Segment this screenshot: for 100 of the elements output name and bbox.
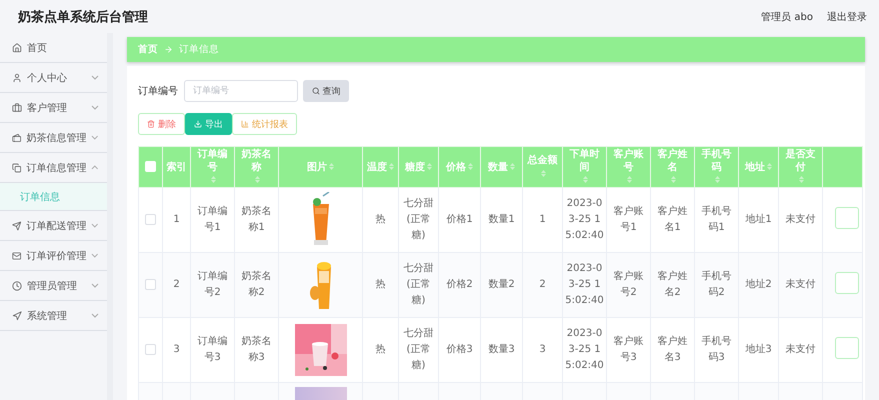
table-cell: 2023-03-25 15:02:40 xyxy=(565,263,604,306)
table-cell: 未支付 xyxy=(786,214,816,225)
table-cell: 1 xyxy=(539,214,546,225)
table-cell: 手机号码1 xyxy=(702,206,732,233)
search-button[interactable]: 查询 xyxy=(303,80,349,102)
table-cell: 数量2 xyxy=(488,279,515,290)
sort-icon[interactable] xyxy=(541,168,546,178)
sort-icon[interactable] xyxy=(671,175,676,184)
sort-icon[interactable] xyxy=(468,162,473,172)
table-cell: 未支付 xyxy=(786,344,816,355)
sort-icon[interactable] xyxy=(715,175,720,184)
table-cell: 订单编号1 xyxy=(198,206,228,233)
column-header: 图片 xyxy=(307,160,327,174)
column-header: 温度 xyxy=(367,160,387,174)
arrow-right-icon xyxy=(164,45,173,54)
menu-icon xyxy=(12,220,22,230)
table-cell: 价格3 xyxy=(446,344,473,355)
table-cell: 地址1 xyxy=(745,214,772,225)
sidebar-item[interactable]: 订单配送管理 xyxy=(0,211,107,241)
menu-icon xyxy=(12,72,22,82)
sort-icon[interactable] xyxy=(329,162,334,172)
table-cell: 奶茶名称3 xyxy=(242,336,272,363)
column-header: 数量 xyxy=(488,160,508,174)
bar-chart-icon xyxy=(241,120,249,128)
sort-icon[interactable] xyxy=(767,162,772,172)
user-name: 管理员 abo xyxy=(761,10,813,24)
sort-icon[interactable] xyxy=(583,175,588,184)
sidebar-item[interactable]: 管理员管理 xyxy=(0,271,107,301)
sidebar-item[interactable]: 系统管理 xyxy=(0,301,107,331)
row-checkbox[interactable] xyxy=(145,344,156,355)
sort-icon[interactable] xyxy=(255,175,260,184)
table-cell: 热 xyxy=(376,214,386,225)
table-cell: 客户账号1 xyxy=(614,206,644,233)
sidebar-item[interactable]: 个人中心 xyxy=(0,63,107,93)
column-header: 索引 xyxy=(166,160,186,174)
table-cell: 热 xyxy=(376,344,386,355)
table-cell: 客户姓名3 xyxy=(658,336,688,363)
table-cell: 手机号码2 xyxy=(702,271,732,298)
table-cell: 2 xyxy=(539,279,546,290)
column-header: 手机号码 xyxy=(700,148,732,174)
search-label: 订单编号 xyxy=(138,84,178,98)
table-cell: 价格1 xyxy=(446,214,473,225)
column-header: 客户姓名 xyxy=(656,148,688,174)
sort-icon[interactable] xyxy=(510,162,515,172)
sort-icon[interactable] xyxy=(627,175,632,184)
menu-icon xyxy=(12,162,22,172)
table-cell: 数量1 xyxy=(488,214,515,225)
menu-icon xyxy=(12,310,22,320)
detail-button[interactable] xyxy=(835,337,859,359)
sidebar-item[interactable]: 首页 xyxy=(0,33,107,63)
column-header: 客户账号 xyxy=(612,148,644,174)
table-cell: 地址2 xyxy=(745,279,772,290)
table-cell: 七分甜(正常糖) xyxy=(404,263,434,306)
table-cell: 客户姓名1 xyxy=(658,206,688,233)
sort-icon[interactable] xyxy=(799,175,804,184)
sort-icon[interactable] xyxy=(389,162,394,172)
column-header: 是否支付 xyxy=(784,148,816,174)
table-cell: 手机号码3 xyxy=(702,336,732,363)
table-cell: 七分甜(正常糖) xyxy=(404,328,434,371)
table-cell: 七分甜(正常糖) xyxy=(404,198,434,241)
table-cell: 2 xyxy=(173,279,180,290)
table-cell: 热 xyxy=(376,279,386,290)
column-header: 订单编号 xyxy=(196,148,228,174)
table-cell: 3 xyxy=(173,344,180,355)
table-cell: 地址3 xyxy=(745,344,772,355)
sort-icon[interactable] xyxy=(427,162,432,172)
select-all-checkbox[interactable] xyxy=(145,161,156,172)
table-cell: 3 xyxy=(539,344,546,355)
column-header: 价格 xyxy=(446,160,466,174)
app-title: 奶茶点单系统后台管理 xyxy=(18,8,148,26)
row-checkbox[interactable] xyxy=(145,214,156,225)
search-icon xyxy=(312,87,320,95)
table-cell: 价格2 xyxy=(446,279,473,290)
column-header: 地址 xyxy=(745,160,765,174)
column-header: 下单时间 xyxy=(568,148,600,174)
menu-icon xyxy=(12,280,22,290)
detail-button[interactable] xyxy=(835,207,859,229)
sidebar-item[interactable]: 奶茶信息管理 xyxy=(0,123,107,153)
table-cell: 2023-03-25 15:02:40 xyxy=(565,198,604,241)
column-header: 糖度 xyxy=(405,160,425,174)
table-cell: 订单编号3 xyxy=(198,336,228,363)
logout-link[interactable]: 退出登录 xyxy=(827,10,867,24)
column-header: 奶茶名称 xyxy=(240,148,272,174)
table-cell: 客户姓名2 xyxy=(658,271,688,298)
sort-icon[interactable] xyxy=(211,175,216,184)
download-icon xyxy=(194,120,202,128)
detail-button[interactable] xyxy=(835,272,859,294)
sidebar-item[interactable]: 客户管理 xyxy=(0,93,107,123)
trash-icon xyxy=(147,120,155,128)
sidebar-item[interactable]: 订单评价管理 xyxy=(0,241,107,271)
table-cell: 奶茶名称1 xyxy=(242,206,272,233)
table-cell: 数量3 xyxy=(488,344,515,355)
table-cell: 客户账号3 xyxy=(614,336,644,363)
row-checkbox[interactable] xyxy=(145,278,156,290)
table-cell: 2023-03-25 15:02:40 xyxy=(565,328,604,371)
menu-icon xyxy=(12,102,22,112)
menu-icon xyxy=(12,132,22,142)
menu-icon xyxy=(12,42,22,52)
search-field[interactable]: 订单编号 xyxy=(184,80,298,102)
table-cell: 奶茶名称2 xyxy=(242,271,272,298)
